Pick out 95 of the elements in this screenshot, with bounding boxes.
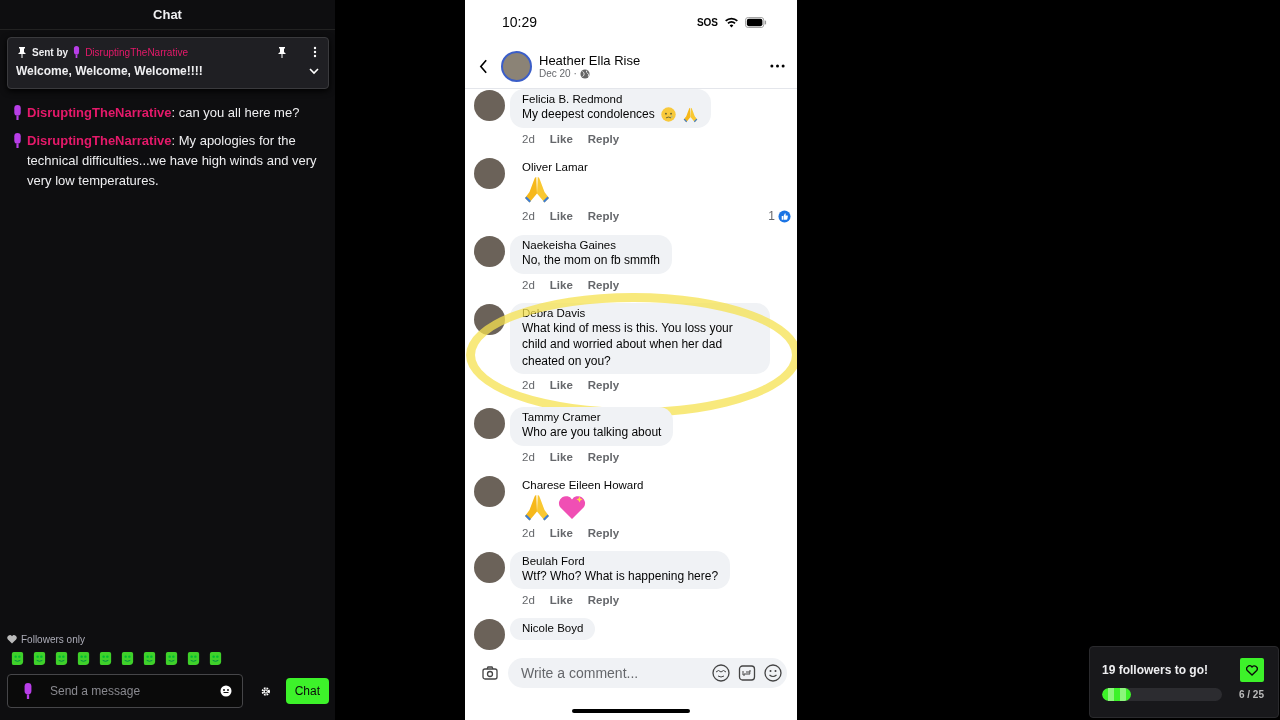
avatar[interactable] <box>474 90 505 121</box>
avatar[interactable] <box>474 619 505 650</box>
wifi-icon <box>724 16 739 28</box>
message-field[interactable]: Send a message <box>7 674 243 708</box>
commenter-name[interactable]: Tammy Cramer <box>522 410 662 424</box>
emote-icon[interactable] <box>142 651 157 666</box>
follow-button[interactable] <box>1240 658 1264 682</box>
comment-text: Who are you talking about <box>522 424 662 441</box>
post-author[interactable]: Heather Ella Rise <box>539 53 641 68</box>
like-link[interactable]: Like <box>549 133 573 145</box>
followers-only-label: Followers only <box>21 634 85 645</box>
post-date: Dec 20 · <box>539 68 577 79</box>
emote-icon[interactable] <box>98 651 113 666</box>
globe-icon <box>579 68 590 79</box>
commenter-name[interactable]: Naekeisha Gaines <box>522 238 661 252</box>
chat-message: DisruptingTheNarrative: can you all here me? <box>27 104 300 122</box>
commenter-name[interactable]: Charese Eileen Howard <box>522 477 779 492</box>
emoji-icon[interactable] <box>764 664 782 682</box>
commenter-name[interactable]: Felicia B. Redmond <box>522 92 699 106</box>
like-link[interactable]: Like <box>549 594 573 606</box>
comment-field[interactable]: Write a comment... <box>508 658 787 688</box>
pinned-message-text: Welcome, Welcome, Welcome!!!! <box>16 64 204 78</box>
commenter-name[interactable]: Debra Davis <box>522 305 758 320</box>
comment-time: 2d <box>522 278 535 291</box>
reply-link[interactable]: Reply <box>587 278 620 291</box>
avatar[interactable] <box>474 551 505 583</box>
commenter-name[interactable]: Oliver Lamar <box>522 160 779 174</box>
back-icon[interactable] <box>479 58 488 74</box>
like-link[interactable]: Like <box>549 210 573 222</box>
more-options-icon[interactable] <box>312 46 318 58</box>
emote-icon[interactable] <box>164 651 179 666</box>
heart-icon <box>7 635 17 644</box>
comment-text: My deepest condolences <box>522 106 655 123</box>
camera-icon[interactable] <box>482 666 498 680</box>
avatar[interactable] <box>474 475 505 507</box>
emote-icon[interactable] <box>186 651 201 666</box>
emote-icon[interactable] <box>10 651 25 666</box>
pin-icon <box>16 46 28 58</box>
like-link[interactable]: Like <box>549 450 573 463</box>
comment-time: 2d <box>522 379 535 391</box>
chat-title: Chat <box>153 7 182 22</box>
reply-link[interactable]: Reply <box>587 210 620 222</box>
avatar[interactable] <box>474 236 505 267</box>
microphone-icon <box>72 46 82 58</box>
comment-time: 2d <box>522 594 535 606</box>
comment-text: No, the mom on fb smmfh <box>522 252 661 269</box>
pinned-username: DisruptingTheNarrative <box>85 46 188 58</box>
comment-time: 2d <box>522 210 535 222</box>
praying-hands-icon <box>522 174 552 204</box>
praying-hands-icon <box>681 106 699 123</box>
avatar[interactable] <box>474 158 505 189</box>
goal-count: 6 / 25 <box>1238 689 1264 700</box>
status-carrier: SOS <box>696 16 718 28</box>
reply-link[interactable]: Reply <box>587 133 620 145</box>
tearful-face-icon <box>659 106 677 123</box>
pinned-label: Sent by <box>32 46 69 58</box>
emote-icon[interactable] <box>208 651 223 666</box>
chevron-down-icon[interactable] <box>308 65 320 77</box>
emote-icon[interactable] <box>120 651 135 666</box>
message-input[interactable]: Send a message <box>48 683 206 699</box>
gif-icon[interactable] <box>738 664 756 682</box>
pin-icon[interactable] <box>276 46 288 58</box>
emote-icon[interactable] <box>32 651 47 666</box>
chat-send-button[interactable]: Chat <box>285 678 329 704</box>
comment-time: 2d <box>522 450 535 463</box>
comment-time: 2d <box>522 526 535 539</box>
like-link[interactable]: Like <box>549 379 573 391</box>
reaction-count: 1 <box>768 209 775 223</box>
heart-icon <box>1246 664 1258 676</box>
like-link[interactable]: Like <box>549 526 573 539</box>
battery-icon <box>745 16 767 28</box>
reply-link[interactable]: Reply <box>587 594 620 606</box>
emoji-icon[interactable] <box>220 685 232 697</box>
microphone-icon[interactable] <box>22 683 34 699</box>
more-options-icon[interactable] <box>770 64 785 68</box>
reply-link[interactable]: Reply <box>587 379 620 391</box>
emote-icon[interactable] <box>76 651 91 666</box>
reply-link[interactable]: Reply <box>587 450 620 463</box>
avatar[interactable] <box>474 408 505 439</box>
comment-text: Wtf? Who? What is happening here? <box>522 567 719 584</box>
comment-input[interactable]: Write a comment... <box>519 664 704 682</box>
microphone-icon <box>12 105 23 120</box>
status-time: 10:29 <box>502 14 538 30</box>
goal-title: 19 followers to go! <box>1102 663 1208 677</box>
comment-time: 2d <box>522 133 535 145</box>
reply-link[interactable]: Reply <box>587 526 620 539</box>
thumbs-up-icon[interactable] <box>778 209 791 223</box>
avatar[interactable] <box>501 50 532 82</box>
emote-icon[interactable] <box>54 651 69 666</box>
commenter-name[interactable]: Beulah Ford <box>522 553 719 568</box>
chat-message: DisruptingTheNarrative: My apologies for the technical difficulties...we have high winds and very very low temperatures. <box>27 132 318 190</box>
settings-icon[interactable] <box>261 685 271 697</box>
comment-text: What kind of mess is this. You loss your child and worried about when her dad cheated on you? <box>522 319 734 369</box>
microphone-icon <box>12 133 23 148</box>
like-link[interactable]: Like <box>549 278 573 291</box>
